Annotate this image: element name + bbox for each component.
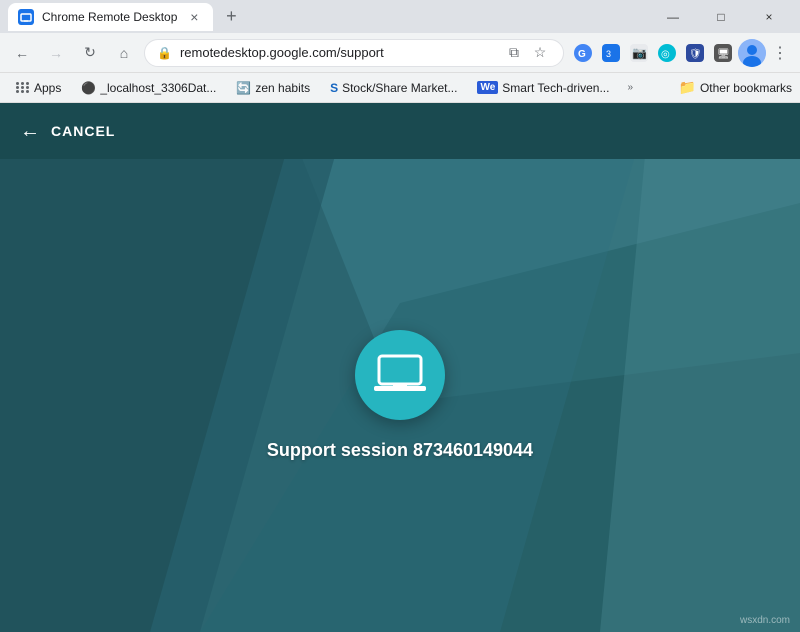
url-bar[interactable]: 🔒 remotedesktop.google.com/support ⧉ ☆ (144, 39, 564, 67)
apps-grid-icon (16, 82, 30, 93)
apps-bookmark[interactable]: Apps (8, 78, 69, 98)
crd-page: ← CANCEL Support session 873460149044 ws… (0, 103, 800, 632)
laptop-icon-circle (355, 330, 445, 420)
browser-tab[interactable]: Chrome Remote Desktop × (8, 3, 213, 31)
folder-icon: 📁 (679, 79, 696, 96)
back-button[interactable]: ← (8, 39, 36, 67)
new-tab-button[interactable]: + (217, 3, 245, 31)
home-button[interactable]: ⌂ (110, 39, 138, 67)
bookmark-stock-label: Stock/Share Market... (342, 81, 457, 95)
svg-text:◎: ◎ (661, 49, 670, 60)
open-tab-icon[interactable]: ⧉ (503, 42, 525, 64)
back-arrow-icon: ← (20, 120, 41, 143)
tab-title: Chrome Remote Desktop (42, 10, 177, 24)
minimize-button[interactable]: — (650, 0, 696, 33)
svg-text:🖥: 🖥 (717, 48, 730, 60)
bookmark-smart-label: Smart Tech-driven... (502, 81, 609, 95)
session-content: Support session 873460149044 (0, 159, 800, 632)
crd-topbar: ← CANCEL (0, 103, 800, 159)
window-close-button[interactable]: × (746, 0, 792, 33)
url-text: remotedesktop.google.com/support (180, 45, 495, 60)
svg-text:G: G (578, 49, 586, 60)
other-bookmarks[interactable]: 📁 Other bookmarks (679, 79, 792, 96)
address-bar: ← → ↻ ⌂ 🔒 remotedesktop.google.com/suppo… (0, 33, 800, 73)
title-bar: Chrome Remote Desktop × + — □ × (0, 0, 800, 33)
bookmark-smart[interactable]: We Smart Tech-driven... (469, 78, 617, 98)
cancel-label: CANCEL (51, 123, 115, 139)
watermark: wsxdn.com (740, 615, 790, 626)
svg-text:📷: 📷 (632, 46, 647, 60)
bookmark-zenhabits[interactable]: 🔄 zen habits (228, 78, 318, 98)
url-action-icons: ⧉ ☆ (503, 42, 551, 64)
profile-avatar[interactable] (738, 39, 766, 67)
tab-close-button[interactable]: × (185, 8, 203, 26)
camera-icon[interactable]: 📷 (626, 40, 652, 66)
bookmark-localhost-label: _localhost_3306Dat... (100, 81, 216, 95)
bookmark-localhost[interactable]: ⚫ _localhost_3306Dat... (73, 78, 224, 98)
laptop-icon (373, 354, 427, 396)
shield-ext-icon[interactable]: ◎ (654, 40, 680, 66)
reload-button[interactable]: ↻ (76, 39, 104, 67)
forward-button[interactable]: → (42, 39, 70, 67)
window-controls: — □ × (650, 0, 792, 33)
bookmarks-more-button[interactable]: » (621, 79, 639, 96)
apps-label: Apps (34, 81, 61, 95)
bookmark-stock[interactable]: S Stock/Share Market... (322, 78, 465, 98)
bookmark-zenhabits-label: zen habits (255, 81, 310, 95)
other-bookmarks-label: Other bookmarks (700, 81, 792, 95)
bookmark-icon[interactable]: ☆ (529, 42, 551, 64)
lock-icon: 🔒 (157, 46, 172, 60)
tab-favicon (18, 9, 34, 25)
session-label: Support session 873460149044 (267, 440, 533, 461)
browser-content: ← CANCEL Support session 873460149044 ws… (0, 103, 800, 632)
cancel-button[interactable]: ← CANCEL (20, 120, 115, 143)
guard-icon[interactable]: 🛡 (682, 40, 708, 66)
bookmarks-bar: Apps ⚫ _localhost_3306Dat... 🔄 zen habit… (0, 73, 800, 103)
maximize-button[interactable]: □ (698, 0, 744, 33)
svg-text:🛡: 🛡 (689, 48, 702, 60)
monitor-icon[interactable]: 🖥 (710, 40, 736, 66)
svg-text:3: 3 (606, 49, 611, 59)
extension-icons: G 3 📷 ◎ 🛡 🖥 ⋮ (570, 39, 792, 67)
google-icon[interactable]: G (570, 40, 596, 66)
ext-badge-icon[interactable]: 3 (598, 40, 624, 66)
chrome-menu-icon[interactable]: ⋮ (768, 39, 792, 67)
